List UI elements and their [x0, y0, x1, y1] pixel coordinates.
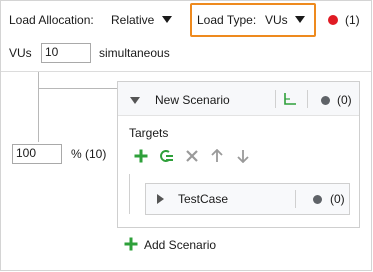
load-allocation-value: Relative [111, 13, 155, 27]
vus-suffix: simultaneous [99, 46, 170, 60]
percentage-label: % (10) [71, 147, 107, 161]
load-type-value: VUs [265, 13, 288, 27]
percentage-input[interactable]: 100 [12, 144, 62, 164]
add-icon [124, 237, 138, 251]
chart-axes-icon[interactable] [283, 92, 297, 106]
scenario-card: New Scenario (0) Targets TestCase (0) [117, 81, 360, 228]
row-separator [295, 190, 296, 208]
scenario-count: (0) [337, 93, 352, 107]
load-allocation-dropdown[interactable]: Relative [106, 10, 176, 30]
move-up-icon[interactable] [211, 149, 223, 163]
load-type-label: Load Type: [197, 13, 257, 27]
status-dot-icon [313, 195, 322, 204]
scenario-title: New Scenario [155, 93, 230, 107]
chevron-right-icon[interactable] [157, 194, 164, 204]
remove-icon[interactable] [185, 149, 199, 163]
chevron-down-icon [295, 16, 305, 23]
move-down-icon[interactable] [237, 149, 249, 163]
add-icon[interactable] [134, 149, 148, 163]
status-dot-icon [321, 96, 330, 105]
add-scenario-label: Add Scenario [144, 238, 217, 252]
vus-label: VUs [9, 46, 32, 60]
load-type-dropdown[interactable]: VUs [262, 10, 310, 30]
error-dot-icon[interactable] [328, 15, 338, 25]
testcase-name: TestCase [178, 192, 229, 206]
header-separator [275, 90, 276, 108]
header-separator [307, 90, 308, 108]
add-scenario-button[interactable]: Add Scenario [124, 236, 224, 254]
section-divider [1, 71, 371, 72]
testcase-row[interactable]: TestCase (0) [145, 183, 350, 215]
tree-line [129, 174, 130, 214]
tree-line [38, 72, 39, 88]
testcase-count: (0) [330, 192, 345, 206]
chevron-down-icon[interactable] [130, 97, 140, 104]
vus-input[interactable]: 10 [41, 43, 91, 63]
tree-line [38, 88, 39, 142]
refresh-icon[interactable] [158, 149, 174, 163]
load-allocation-label: Load Allocation: [9, 13, 94, 27]
error-count: (1) [345, 13, 360, 27]
tree-line [38, 88, 117, 89]
targets-label: Targets [129, 126, 169, 140]
chevron-down-icon [162, 16, 172, 23]
